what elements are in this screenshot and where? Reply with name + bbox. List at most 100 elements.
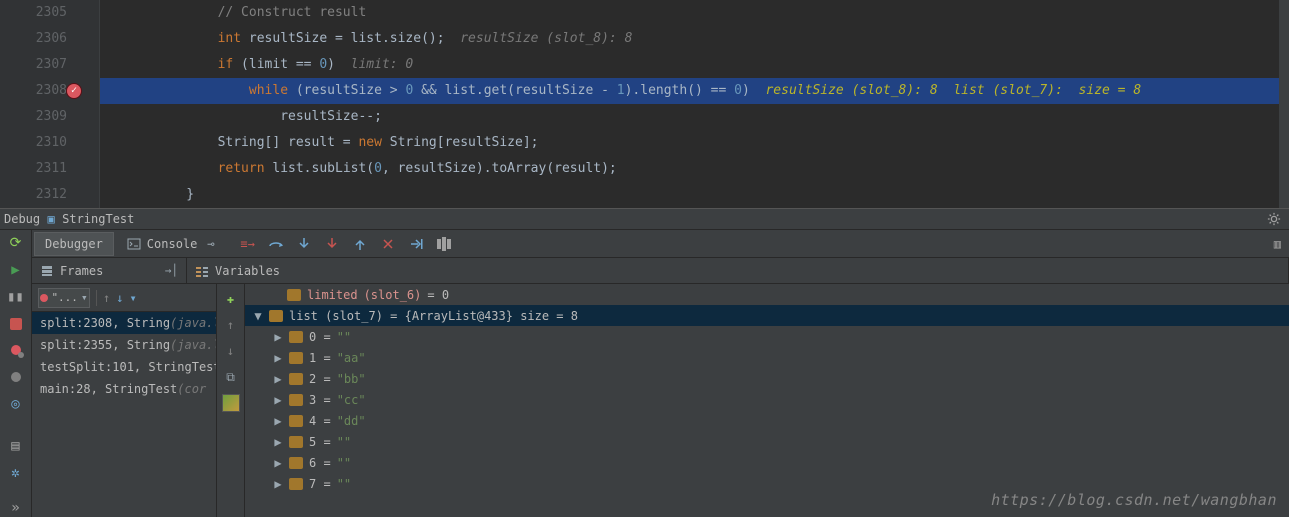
frame-row[interactable]: testSplit:101, StringTest [32, 356, 216, 378]
variables-panel[interactable]: ✚ ↑ ↓ ⧉ limited (slot_6) = 0 ▼ li [217, 284, 1289, 517]
pause-icon[interactable]: ▮▮ [6, 288, 26, 307]
watermark-text: https://blog.csdn.net/wangbhan [991, 491, 1277, 509]
variables-header[interactable]: Variables [187, 258, 1289, 283]
debug-tabs: Debugger Console ⊸ ≡→ [32, 230, 1289, 258]
frame-row[interactable]: split:2308, String (java.la [32, 312, 216, 334]
step-over-icon[interactable] [266, 234, 286, 254]
variable-row[interactable]: limited (slot_6) = 0 [245, 284, 1289, 305]
variable-row[interactable]: ▶2 = "bb" [245, 368, 1289, 389]
prev-frame-icon[interactable]: ↑ [103, 291, 110, 305]
variable-row[interactable]: ▶3 = "cc" [245, 389, 1289, 410]
nav-down-icon[interactable]: ↓ [222, 342, 240, 360]
resume-icon[interactable]: ▶ [6, 261, 26, 280]
get-thread-dump-icon[interactable]: ◎ [6, 395, 26, 414]
tab-extra-icon[interactable]: ▥ [1274, 237, 1281, 251]
thread-status-icon [40, 294, 48, 302]
code-line[interactable]: int resultSize = list.size(); resultSize… [100, 26, 1289, 52]
code-line[interactable]: } [100, 182, 1289, 208]
add-watch-icon[interactable]: ✚ [222, 290, 240, 308]
next-frame-icon[interactable]: ↓ [116, 291, 123, 305]
variable-row[interactable]: ▼ list (slot_7) = {ArrayList@433} size =… [245, 305, 1289, 326]
editor-gutter[interactable]: 2305 2306 2307 2308 2309 2310 2311 2312 [0, 0, 100, 208]
code-line[interactable]: return list.subList(0, resultSize).toArr… [100, 156, 1289, 182]
debug-panel-headers: Frames →│ Variables [32, 258, 1289, 284]
more-icon[interactable]: » [6, 498, 26, 517]
drop-frame-icon[interactable] [378, 234, 398, 254]
evaluate-expression-icon[interactable] [434, 234, 454, 254]
variables-tree[interactable]: limited (slot_6) = 0 ▼ list (slot_7) = {… [245, 284, 1289, 517]
line-number[interactable]: 2311 [0, 156, 91, 182]
step-into-icon[interactable] [294, 234, 314, 254]
object-icon [289, 331, 303, 343]
mute-breakpoints-icon[interactable] [6, 368, 26, 387]
view-as-image-icon[interactable] [222, 394, 240, 412]
code-line[interactable]: if (limit == 0) limit: 0 [100, 52, 1289, 78]
expand-icon[interactable]: ▶ [273, 393, 283, 407]
variable-row[interactable]: ▶5 = "" [245, 431, 1289, 452]
frames-pin-icon[interactable]: →│ [165, 264, 178, 277]
code-line[interactable]: resultSize--; [100, 104, 1289, 130]
variables-icon [195, 264, 209, 278]
frames-list[interactable]: split:2308, String (java.la split:2355, … [32, 312, 216, 517]
debug-vertical-toolbar: ⟳ ▶ ▮▮ ◎ ▤ ✲ » [0, 230, 32, 517]
run-config-icon: ▣ [44, 212, 58, 226]
pin-icon[interactable]: ⊸ [207, 237, 214, 251]
frames-title: Frames [60, 264, 103, 278]
tab-console[interactable]: Console ⊸ [116, 232, 226, 256]
line-number[interactable]: 2312 [0, 182, 91, 208]
object-icon [289, 394, 303, 406]
expand-icon[interactable]: ▼ [253, 309, 263, 323]
variable-row[interactable]: ▶1 = "aa" [245, 347, 1289, 368]
line-number[interactable]: 2305 [0, 0, 91, 26]
frames-header[interactable]: Frames →│ [32, 258, 187, 283]
filter-frames-icon[interactable]: ▾ [129, 291, 136, 305]
variable-row[interactable]: ▶6 = "" [245, 452, 1289, 473]
breakpoint-icon[interactable] [66, 83, 82, 99]
code-line[interactable]: // Construct result [100, 0, 1289, 26]
view-breakpoints-icon[interactable] [6, 341, 26, 360]
frames-panel[interactable]: "... ▾ ↑ ↓ ▾ split:2308, String (java.la… [32, 284, 217, 517]
run-config-name[interactable]: StringTest [62, 212, 134, 226]
line-number[interactable]: 2309 [0, 104, 91, 130]
toolwindow-settings-icon[interactable] [1267, 212, 1281, 226]
variable-row[interactable]: ▶0 = "" [245, 326, 1289, 347]
debug-toolwindow-header[interactable]: Debug ▣ StringTest [0, 208, 1289, 230]
object-icon [289, 478, 303, 490]
nav-up-icon[interactable]: ↑ [222, 316, 240, 334]
force-step-into-icon[interactable] [322, 234, 342, 254]
expand-icon[interactable]: ▶ [273, 372, 283, 386]
code-area[interactable]: // Construct result int resultSize = lis… [100, 0, 1289, 208]
expand-icon[interactable]: ▶ [273, 414, 283, 428]
layout-settings-icon[interactable]: ▤ [6, 437, 26, 456]
code-line[interactable]: String[] result = new String[resultSize]… [100, 130, 1289, 156]
expand-icon[interactable]: ▶ [273, 435, 283, 449]
expand-icon[interactable]: ▶ [273, 351, 283, 365]
settings-icon[interactable]: ✲ [6, 464, 26, 483]
line-number[interactable]: 2306 [0, 26, 91, 52]
line-number[interactable]: 2308 [0, 78, 91, 104]
object-icon [289, 415, 303, 427]
code-editor[interactable]: 2305 2306 2307 2308 2309 2310 2311 2312 … [0, 0, 1289, 208]
line-number[interactable]: 2310 [0, 130, 91, 156]
code-line-current[interactable]: while (resultSize > 0 && list.get(result… [100, 78, 1289, 104]
object-icon [269, 310, 283, 322]
variable-row[interactable]: ▶4 = "dd" [245, 410, 1289, 431]
object-icon [289, 373, 303, 385]
editor-scrollbar[interactable] [1279, 0, 1289, 208]
copy-icon[interactable]: ⧉ [222, 368, 240, 386]
rerun-icon[interactable]: ⟳ [6, 234, 26, 253]
expand-icon[interactable]: ▶ [273, 477, 283, 491]
expand-icon[interactable]: ▶ [273, 330, 283, 344]
thread-selector[interactable]: "... ▾ [38, 288, 90, 308]
frame-row[interactable]: main:28, StringTest (cor [32, 378, 216, 400]
step-out-icon[interactable] [350, 234, 370, 254]
object-icon [289, 436, 303, 448]
frame-row[interactable]: split:2355, String (java.la [32, 334, 216, 356]
run-to-cursor-icon[interactable] [406, 234, 426, 254]
show-execution-point-icon[interactable]: ≡→ [238, 234, 258, 254]
console-icon [127, 237, 141, 251]
expand-icon[interactable]: ▶ [273, 456, 283, 470]
line-number[interactable]: 2307 [0, 52, 91, 78]
stop-icon[interactable] [6, 314, 26, 333]
tab-debugger[interactable]: Debugger [34, 232, 114, 256]
